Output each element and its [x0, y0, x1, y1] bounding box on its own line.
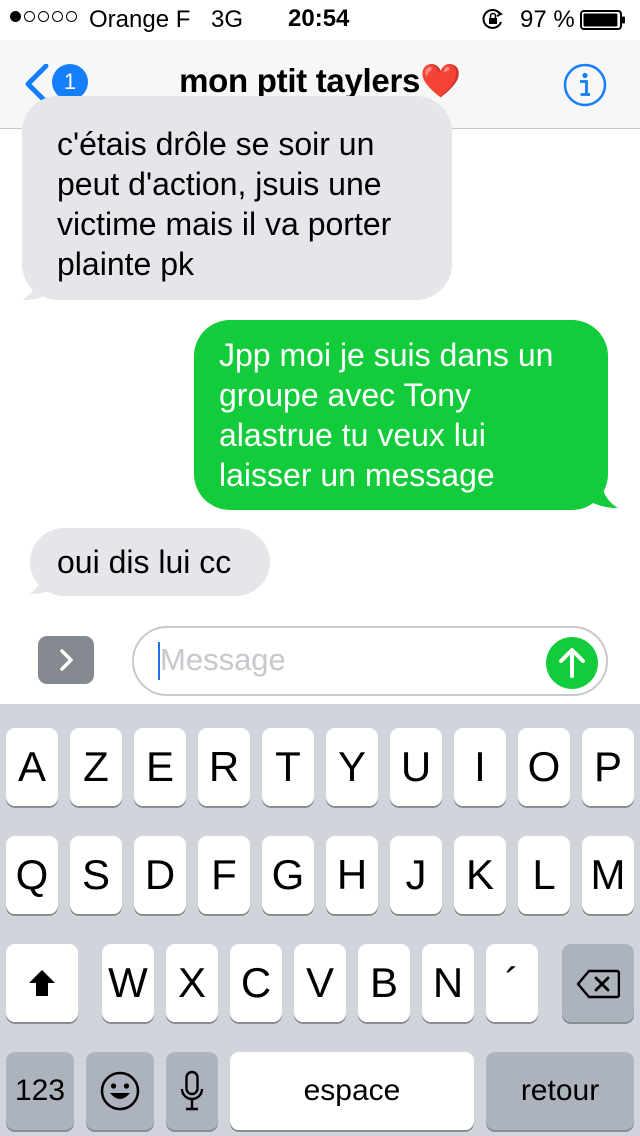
message-text-line: alastrue tu veux lui	[219, 417, 486, 453]
message-text-line: plainte pk	[57, 246, 194, 282]
key-q[interactable]: Q	[6, 836, 58, 914]
key-k[interactable]: K	[454, 836, 506, 914]
bubble-tail	[30, 558, 60, 594]
key-acute-accent[interactable]: ´	[486, 944, 538, 1022]
network-type: 3G	[211, 6, 244, 33]
orientation-lock-icon	[482, 9, 503, 29]
numbers-key[interactable]: 123	[6, 1052, 74, 1130]
message-text-line: Jpp moi je suis dans un	[219, 337, 554, 373]
message-input[interactable]: Message	[132, 626, 608, 696]
message-text-line: oui dis lui cc	[57, 544, 232, 580]
message-text-line: laisser un message	[219, 457, 495, 493]
space-key[interactable]: espace	[230, 1052, 474, 1130]
delete-icon	[576, 969, 620, 999]
emoji-icon	[100, 1071, 140, 1111]
key-f[interactable]: F	[198, 836, 250, 914]
message-text-line: victime mais il va porter	[57, 206, 392, 242]
battery-icon	[580, 10, 625, 30]
delete-key[interactable]	[562, 944, 634, 1022]
info-icon[interactable]	[563, 63, 607, 107]
key-e[interactable]: E	[134, 728, 186, 806]
key-h[interactable]: H	[326, 836, 378, 914]
carrier-name: Orange F	[89, 6, 191, 33]
bubble-tail	[22, 262, 54, 300]
key-s[interactable]: S	[70, 836, 122, 914]
clock: 20:54	[288, 5, 350, 32]
key-d[interactable]: D	[134, 836, 186, 914]
arrow-up-icon	[559, 648, 585, 678]
key-r[interactable]: R	[198, 728, 250, 806]
microphone-icon	[180, 1070, 204, 1111]
key-y[interactable]: Y	[326, 728, 378, 806]
key-p[interactable]: P	[582, 728, 634, 806]
send-button[interactable]	[546, 637, 598, 689]
key-x[interactable]: X	[166, 944, 218, 1022]
message-placeholder: Message	[160, 642, 286, 677]
chevron-right-icon	[60, 649, 73, 671]
key-o[interactable]: O	[518, 728, 570, 806]
return-key[interactable]: retour	[486, 1052, 634, 1130]
incoming-message-bubble[interactable]: oui dis lui cc	[30, 528, 270, 596]
incoming-message-bubble[interactable]: c'étais drôle se soir un peut d'action, …	[22, 96, 452, 300]
emoji-key[interactable]	[86, 1052, 154, 1130]
bubble-tail	[586, 470, 618, 508]
key-u[interactable]: U	[390, 728, 442, 806]
key-t[interactable]: T	[262, 728, 314, 806]
key-j[interactable]: J	[390, 836, 442, 914]
key-c[interactable]: C	[230, 944, 282, 1022]
key-l[interactable]: L	[518, 836, 570, 914]
shift-icon	[29, 970, 55, 996]
key-z[interactable]: Z	[70, 728, 122, 806]
dictation-key[interactable]	[166, 1052, 218, 1130]
key-v[interactable]: V	[294, 944, 346, 1022]
key-g[interactable]: G	[262, 836, 314, 914]
keyboard: A Z E R T Y U I O P Q S D F G H J K L M …	[0, 704, 640, 1136]
outgoing-message-bubble[interactable]: Jpp moi je suis dans un groupe avec Tony…	[194, 320, 608, 510]
status-bar: Orange F 3G 20:54 97 %	[0, 0, 640, 40]
key-m[interactable]: M	[582, 836, 634, 914]
apps-button[interactable]	[38, 636, 94, 684]
message-text-line: groupe avec Tony	[219, 377, 472, 413]
key-a[interactable]: A	[6, 728, 58, 806]
battery-percentage: 97 %	[520, 6, 575, 33]
signal-strength-icon	[10, 11, 77, 22]
key-b[interactable]: B	[358, 944, 410, 1022]
message-text-line: c'étais drôle se soir un	[57, 126, 375, 162]
key-w[interactable]: W	[102, 944, 154, 1022]
key-n[interactable]: N	[422, 944, 474, 1022]
shift-key[interactable]	[6, 944, 78, 1022]
message-text-line: peut d'action, jsuis une	[57, 166, 382, 202]
key-i[interactable]: I	[454, 728, 506, 806]
